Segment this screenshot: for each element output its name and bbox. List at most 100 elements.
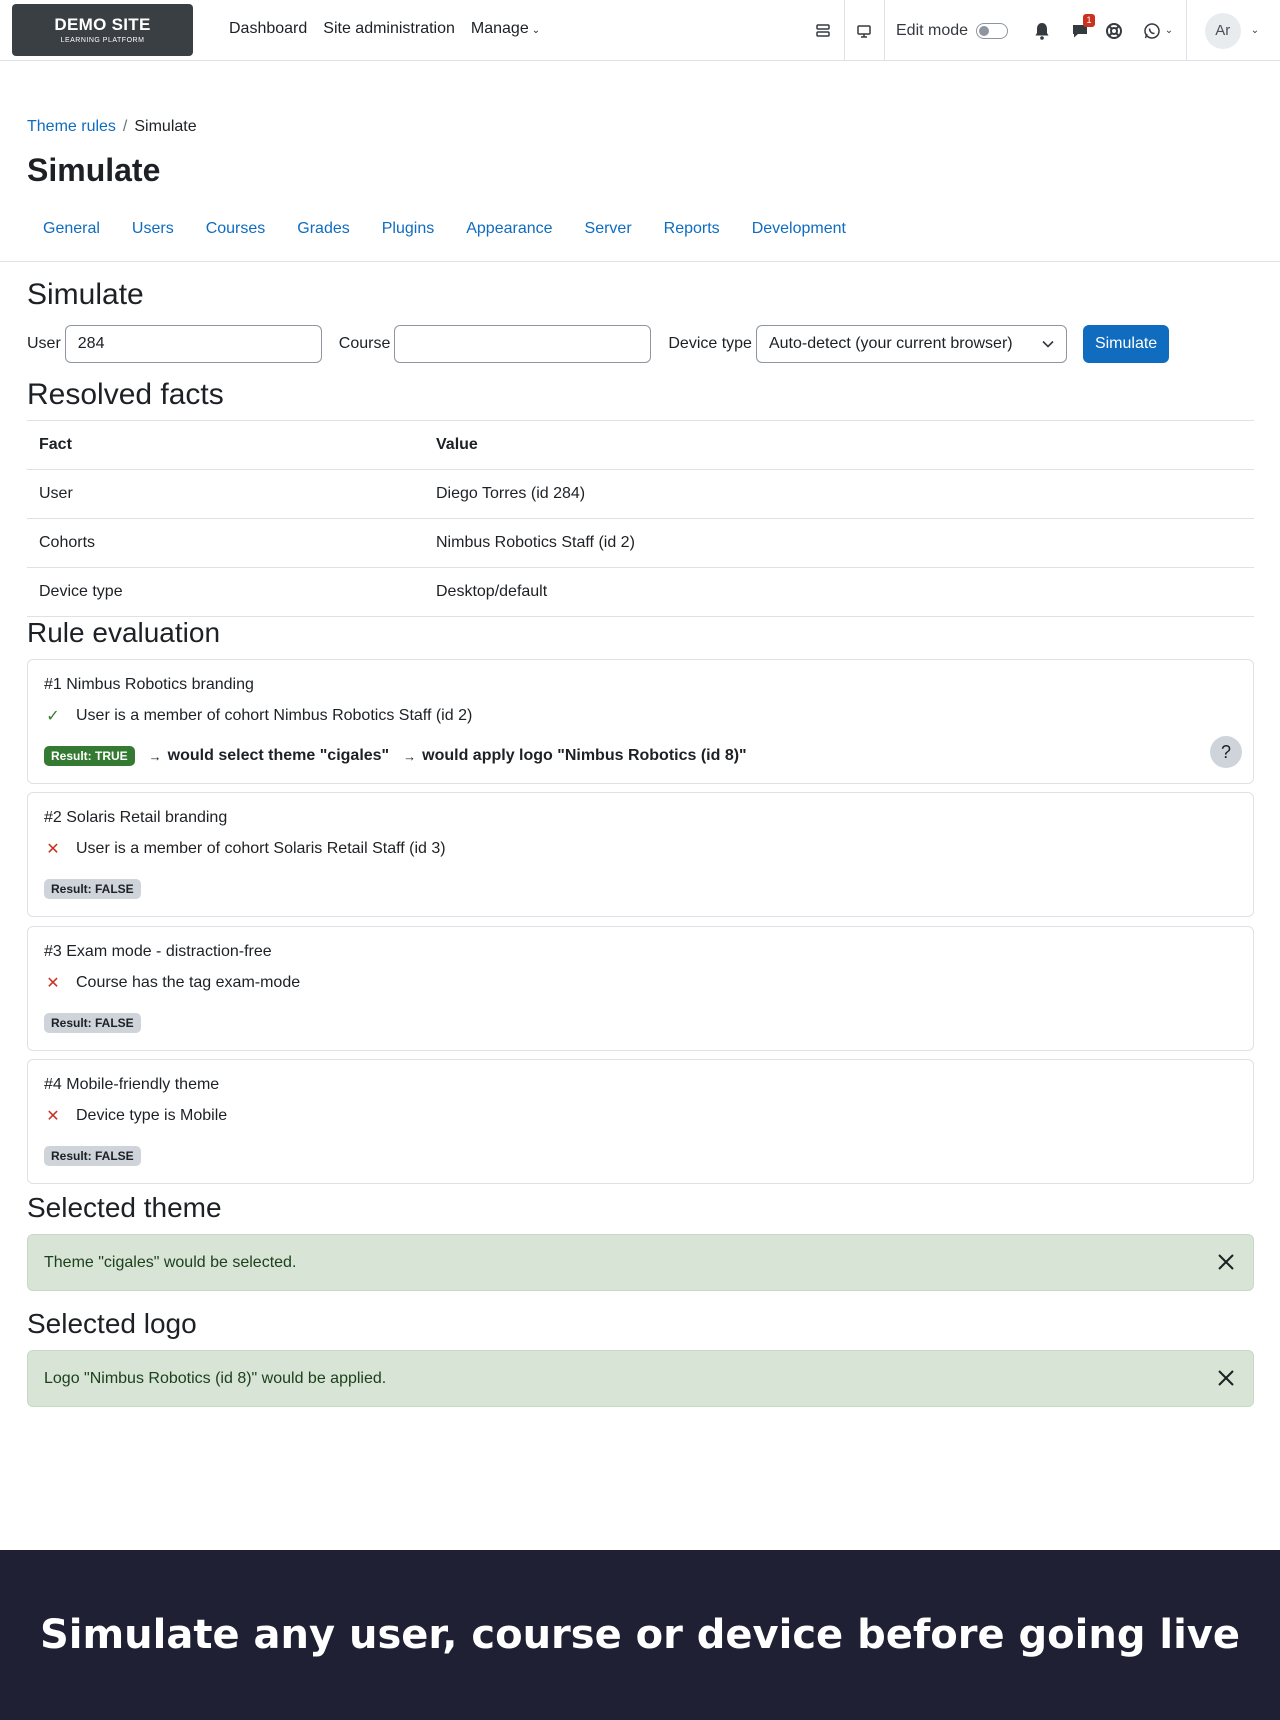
site-logo[interactable]: DEMO SITE LEARNING PLATFORM [12,4,193,56]
tab-server[interactable]: Server [569,220,648,238]
desktop-icon[interactable] [853,0,875,61]
primary-nav: Dashboard Site administration Manage ⌄ [229,20,572,38]
tab-appearance[interactable]: Appearance [450,220,568,238]
site-tagline: LEARNING PLATFORM [60,37,145,44]
result-badge: Result: FALSE [44,1146,141,1166]
alert-message: Logo "Nimbus Robotics (id 8)" would be a… [44,1370,387,1387]
tab-reports[interactable]: Reports [648,220,736,238]
fact-name: Cohorts [27,518,424,568]
rule-result: Result: FALSE [44,879,141,899]
fact-name: Device type [27,567,424,617]
check-icon: ✓ [46,708,60,725]
drawer-toggle-icon[interactable] [812,0,834,61]
admin-tabs: General Users Courses Grades Plugins App… [27,220,862,238]
top-navbar: DEMO SITE LEARNING PLATFORM Dashboard Si… [0,0,1280,61]
tab-users[interactable]: Users [116,220,190,238]
messages-count-badge: 1 [1083,14,1095,27]
selected-logo-alert: Logo "Nimbus Robotics (id 8)" would be a… [27,1350,1254,1407]
close-icon[interactable] [1213,1249,1239,1275]
condition-text: Course has the tag exam-mode [76,974,301,991]
fact-name: User [27,469,424,519]
rule-title: #4 Mobile-friendly theme [44,1076,220,1093]
avatar: Ar [1204,12,1241,49]
fact-value: Desktop/default [424,567,1254,617]
table-row: User Diego Torres (id 284) [27,469,1254,519]
cross-icon: ✕ [46,841,60,858]
tab-grades[interactable]: Grades [281,220,365,238]
rule-condition: ✕ User is a member of cohort Solaris Ret… [44,839,446,859]
chat-menu[interactable]: ⌄ [1138,0,1178,61]
rule-card: #1 Nimbus Robotics branding ✓ User is a … [27,659,1254,784]
user-input[interactable]: 284 [64,325,322,363]
column-header-value: Value [424,420,1254,470]
edit-mode-toggle[interactable] [976,22,1009,39]
table-row: Device type Desktop/default [27,567,1254,617]
fact-value: Diego Torres (id 284) [424,469,1254,519]
breadcrumb-separator: / [122,118,128,135]
nav-dashboard[interactable]: Dashboard [229,20,307,38]
alert-message: Theme "cigales" would be selected. [44,1254,297,1271]
chevron-down-icon: ⌄ [1164,25,1174,36]
rule-card: #2 Solaris Retail branding ✕ User is a m… [27,792,1254,917]
table-header-row: Fact Value [27,420,1254,470]
course-label: Course [338,335,391,352]
edit-mode-switch[interactable]: Edit mode [896,0,1014,61]
life-ring-icon[interactable] [1102,0,1126,61]
rule-title: #2 Solaris Retail branding [44,809,228,826]
table-row: Cohorts Nimbus Robotics Staff (id 2) [27,518,1254,568]
logo-action-text: would apply logo "Nimbus Robotics (id 8)… [422,747,747,764]
rule-title: #3 Exam mode - distraction-free [44,943,272,960]
rule-card: #4 Mobile-friendly theme ✕ Device type i… [27,1059,1254,1184]
user-label: User [27,335,61,352]
selected-theme-alert: Theme "cigales" would be selected. [27,1234,1254,1291]
simulate-button[interactable]: Simulate [1082,325,1170,363]
condition-text: User is a member of cohort Nimbus Roboti… [76,707,473,724]
device-type-label: Device type [668,335,752,352]
tab-plugins[interactable]: Plugins [366,220,450,238]
selected-logo-heading: Selected logo [27,1308,197,1339]
bell-icon[interactable] [1030,0,1054,61]
navbar-divider [884,0,885,61]
navbar-divider [844,0,845,61]
rule-card: #3 Exam mode - distraction-free ✕ Course… [27,926,1254,1051]
rule-condition: ✕ Device type is Mobile [44,1106,227,1126]
nav-site-administration[interactable]: Site administration [323,20,455,38]
tabs-divider [0,261,1280,262]
course-input[interactable] [394,325,652,363]
resolved-facts-heading: Resolved facts [27,378,224,411]
nav-manage[interactable]: Manage ⌄ [471,20,556,38]
simulate-heading: Simulate [27,278,144,311]
resolved-facts-table: Fact Value User Diego Torres (id 284) Co… [27,420,1254,617]
device-type-selected: Auto-detect (your current browser) [768,335,1013,352]
tab-general[interactable]: General [27,220,116,238]
breadcrumb-theme-rules[interactable]: Theme rules [27,118,116,135]
page-title: Simulate [27,152,161,188]
result-badge: Result: FALSE [44,1013,141,1033]
simulate-form: User 284 Course Device type Auto-detect … [27,325,1170,363]
cross-icon: ✕ [46,975,60,992]
user-menu[interactable]: Ar ⌄ [1202,0,1262,61]
result-badge: Result: TRUE [44,746,135,766]
promo-banner: Simulate any user, course or device befo… [0,1550,1280,1720]
arrow-icon: → [403,748,417,764]
rule-condition: ✕ Course has the tag exam-mode [44,973,300,993]
messages-icon[interactable]: 1 [1066,0,1095,61]
device-type-select[interactable]: Auto-detect (your current browser) [755,325,1067,363]
nav-manage-label: Manage [470,20,529,37]
close-icon[interactable] [1213,1365,1239,1391]
cross-icon: ✕ [46,1108,60,1125]
rule-result: Result: TRUE → would select theme "cigal… [44,746,747,766]
rule-condition: ✓ User is a member of cohort Nimbus Robo… [44,706,472,726]
help-icon[interactable]: ? [1210,736,1242,768]
whatsapp-icon [1144,22,1160,39]
breadcrumb: Theme rules / Simulate [27,118,197,136]
rule-result: Result: FALSE [44,1146,141,1166]
result-badge: Result: FALSE [44,879,141,899]
chevron-down-icon: ⌄ [531,25,541,36]
tab-courses[interactable]: Courses [190,220,282,238]
selected-theme-heading: Selected theme [27,1192,222,1223]
site-name: DEMO SITE [54,15,151,34]
rule-title: #1 Nimbus Robotics branding [44,676,254,693]
tab-development[interactable]: Development [736,220,862,238]
condition-text: User is a member of cohort Solaris Retai… [76,840,446,857]
